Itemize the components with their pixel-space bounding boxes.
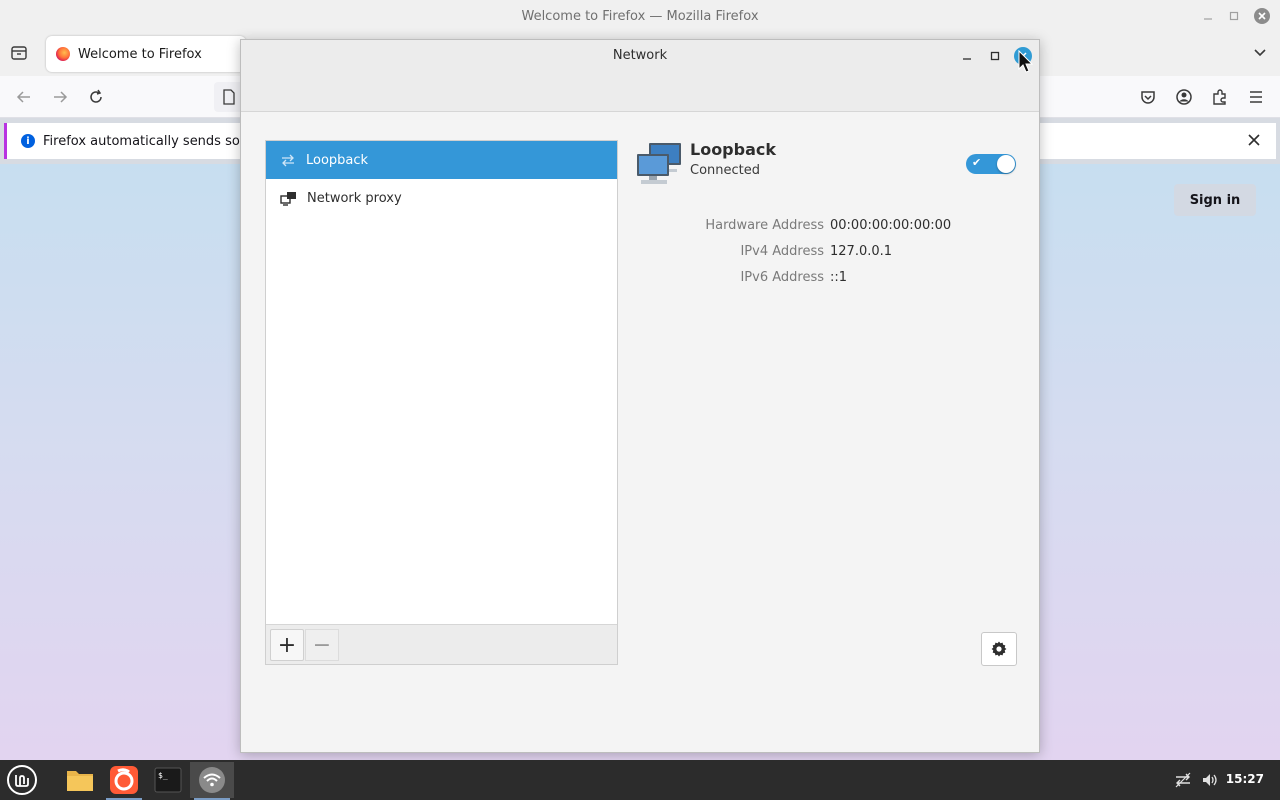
ipv4-address-value: 127.0.0.1 xyxy=(830,244,893,259)
taskbar-terminal[interactable]: $_ xyxy=(146,762,190,798)
gear-icon xyxy=(991,641,1007,657)
network-computers-icon xyxy=(635,140,683,188)
checkmark-icon: ✔ xyxy=(972,156,982,169)
taskbar-clock[interactable]: 15:27 xyxy=(1226,772,1264,786)
dialog-title: Network xyxy=(612,48,668,63)
tab-label: Welcome to Firefox xyxy=(78,46,202,62)
sign-in-button[interactable]: Sign in xyxy=(1174,184,1256,216)
maximize-icon xyxy=(1229,11,1239,21)
tab-welcome[interactable]: Welcome to Firefox xyxy=(46,36,246,72)
network-arrows-icon xyxy=(1175,772,1191,788)
connection-name: Loopback xyxy=(690,140,777,159)
app-menu-button[interactable] xyxy=(1246,87,1266,107)
ipv4-address-label: IPv4 Address xyxy=(740,244,824,259)
extensions-button[interactable] xyxy=(1210,87,1230,107)
firefox-view-icon xyxy=(11,46,27,60)
mint-menu-icon xyxy=(7,765,37,795)
reload-icon xyxy=(90,89,102,103)
reload-button[interactable] xyxy=(86,87,106,107)
dialog-maximize-button[interactable] xyxy=(986,47,1004,65)
connection-status: Connected xyxy=(690,163,761,178)
minimize-icon xyxy=(963,58,971,60)
taskbar-network[interactable] xyxy=(190,762,234,800)
minimize-icon xyxy=(1204,18,1212,20)
pocket-icon xyxy=(1141,91,1155,104)
page-icon xyxy=(223,89,235,105)
puzzle-icon xyxy=(1213,89,1226,105)
taskbar-firefox[interactable] xyxy=(102,762,146,800)
firefox-maximize-button[interactable] xyxy=(1224,6,1244,26)
mouse-cursor-icon xyxy=(1017,49,1035,74)
taskbar-mint-menu[interactable] xyxy=(0,762,44,798)
ipv6-address-label: IPv6 Address xyxy=(740,270,824,285)
hamburger-menu-icon xyxy=(1250,91,1262,103)
dialog-header: Network xyxy=(241,40,1039,112)
hardware-address-value: 00:00:00:00:00:00 xyxy=(830,218,952,233)
firefox-view-button[interactable] xyxy=(10,44,30,64)
network-dialog: Network Loopback Network proxy + − Loopb… xyxy=(240,39,1040,753)
back-arrow-icon xyxy=(16,91,30,103)
hardware-address-label: Hardware Address xyxy=(705,218,824,233)
maximize-icon xyxy=(990,51,1000,61)
add-connection-button[interactable]: + xyxy=(270,629,304,661)
account-button[interactable] xyxy=(1174,87,1194,107)
ipv6-address-value: ::1 xyxy=(830,270,848,285)
list-toolbar: + − xyxy=(266,624,617,664)
taskbar-files[interactable] xyxy=(58,762,102,798)
list-item-network-proxy[interactable]: Network proxy xyxy=(266,179,617,217)
svg-text:$_: $_ xyxy=(158,771,168,780)
firefox-close-button[interactable] xyxy=(1252,6,1272,26)
chevron-down-icon xyxy=(1254,49,1266,57)
list-all-tabs-button[interactable] xyxy=(1252,44,1268,64)
volume-icon xyxy=(1203,774,1217,786)
tray-network[interactable] xyxy=(1174,771,1192,789)
pocket-button[interactable] xyxy=(1138,87,1158,107)
connection-list: Loopback Network proxy + − xyxy=(265,140,618,665)
forward-button[interactable] xyxy=(50,87,70,107)
files-icon xyxy=(67,771,93,791)
forward-arrow-icon xyxy=(54,91,68,103)
close-icon xyxy=(1254,8,1270,24)
firefox-titlebar: Welcome to Firefox — Mozilla Firefox xyxy=(0,0,1280,32)
firefox-minimize-button[interactable] xyxy=(1198,6,1218,26)
list-item-label: Network proxy xyxy=(307,190,402,206)
network-proxy-icon xyxy=(280,191,296,206)
list-item-label: Loopback xyxy=(306,152,369,168)
firefox-favicon-icon xyxy=(56,47,70,61)
back-button[interactable] xyxy=(14,87,34,107)
list-item-loopback[interactable]: Loopback xyxy=(266,141,617,179)
terminal-icon: $_ xyxy=(154,767,182,793)
switch-knob xyxy=(997,155,1015,173)
taskbar: $_ 15:27 xyxy=(0,760,1280,800)
connection-settings-button[interactable] xyxy=(981,632,1017,666)
tray-volume[interactable] xyxy=(1201,771,1219,789)
firefox-icon xyxy=(110,766,138,794)
account-icon xyxy=(1176,89,1192,105)
dialog-minimize-button[interactable] xyxy=(958,47,976,65)
notification-close-button[interactable] xyxy=(1246,132,1262,152)
network-icon xyxy=(199,767,225,793)
connection-toggle-switch[interactable]: ✔ xyxy=(966,154,1016,174)
firefox-window-title: Welcome to Firefox — Mozilla Firefox xyxy=(521,8,759,24)
info-icon: i xyxy=(21,134,35,148)
remove-connection-button[interactable]: − xyxy=(305,629,339,661)
loopback-arrows-icon xyxy=(282,154,294,167)
close-icon xyxy=(1248,134,1260,146)
notification-text: Firefox automatically sends some xyxy=(43,133,261,149)
